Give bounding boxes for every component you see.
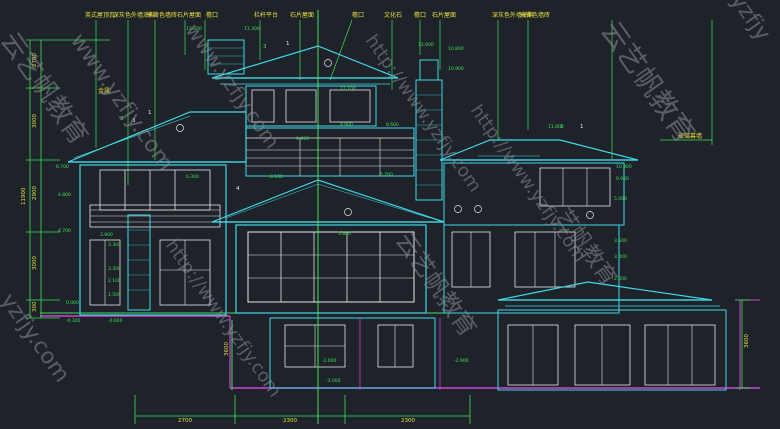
- grid-label: 3: [263, 44, 267, 50]
- dim-label: 2900: [32, 186, 38, 200]
- elevation-drawing: 英式屋顶瓦 深灰色外墙涂料 米黄色墙砖 石片屋面 檐口 栏杆平台 石片屋面 檐口…: [0, 0, 780, 424]
- dim-label: 3000: [32, 114, 38, 128]
- elev-mark: -2.600: [322, 358, 337, 364]
- elev-mark: 5.700: [380, 172, 393, 178]
- cad-viewport[interactable]: 英式屋顶瓦 深灰色外墙涂料 米黄色墙砖 石片屋面 檐口 栏杆平台 石片屋面 檐口…: [0, 0, 780, 424]
- elev-mark: 2.100: [108, 278, 121, 284]
- elev-mark: 9.900: [616, 176, 629, 182]
- callout-label: 檐口: [352, 11, 364, 19]
- dim-label: 3600: [744, 334, 750, 348]
- section-mark: 1: [580, 124, 584, 130]
- elev-mark: 9.900: [340, 122, 353, 128]
- elev-mark: 3.300: [108, 242, 121, 248]
- elev-mark: 0.000: [66, 300, 79, 306]
- elev-mark: 6.300: [186, 174, 199, 180]
- elev-mark: -0.300: [66, 318, 81, 324]
- callout-label: 檐口: [414, 11, 426, 19]
- elev-mark: 3.800: [338, 231, 351, 237]
- section-mark: 4: [236, 186, 240, 192]
- callout-label: 石片屋面: [177, 11, 201, 19]
- section-mark: 1: [148, 110, 152, 116]
- elev-mark: 8.600: [386, 122, 399, 128]
- callout-label: 石片屋面: [432, 11, 456, 19]
- dim-label: 2700: [178, 418, 192, 424]
- dim-label: 2300: [401, 418, 415, 424]
- elev-mark: -3.000: [326, 378, 341, 384]
- elev-mark: 3.900: [100, 232, 113, 238]
- section-mark: 1: [286, 41, 290, 47]
- elev-mark: 12.100: [340, 86, 356, 92]
- elev-mark: 3.500: [614, 238, 627, 244]
- elev-mark: 9.900: [296, 136, 309, 142]
- grid-label: 1: [560, 124, 564, 130]
- elev-mark: 11.300: [244, 26, 260, 32]
- elev-mark: 1.500: [108, 292, 121, 298]
- dim-label: 2300: [283, 418, 297, 424]
- dim-label: 3000: [32, 256, 38, 270]
- elev-mark: -2.900: [454, 358, 469, 364]
- dim-label: 300: [32, 301, 38, 312]
- elev-mark: -0.600: [108, 318, 123, 324]
- elev-mark: 3.000: [614, 254, 627, 260]
- elev-mark: 5.000: [614, 196, 627, 202]
- elev-mark: 10.800: [616, 164, 632, 170]
- elev-mark: 4.800: [58, 192, 71, 198]
- elev-mark: 10.800: [448, 46, 464, 52]
- elev-mark: 10.900: [448, 66, 464, 72]
- callout-label: 米黄色墙砖: [147, 11, 177, 19]
- elev-mark: 12.600: [418, 42, 434, 48]
- callout-label: 米黄色墙砖: [520, 11, 550, 19]
- callout-label: 英式屋顶瓦: [85, 11, 115, 19]
- elev-mark: 6.700: [56, 164, 69, 170]
- callout-label: 文化石: [384, 11, 402, 19]
- callout-label: 栏杆平台: [254, 11, 278, 19]
- dim-label: 11900: [21, 187, 27, 205]
- elev-mark: 4.700: [58, 228, 71, 234]
- elev-mark: 3.300: [108, 266, 121, 272]
- callout-label: 檐口: [206, 11, 218, 19]
- callout-label: 石片屋面: [290, 11, 314, 19]
- elev-mark: 6.100: [270, 174, 283, 180]
